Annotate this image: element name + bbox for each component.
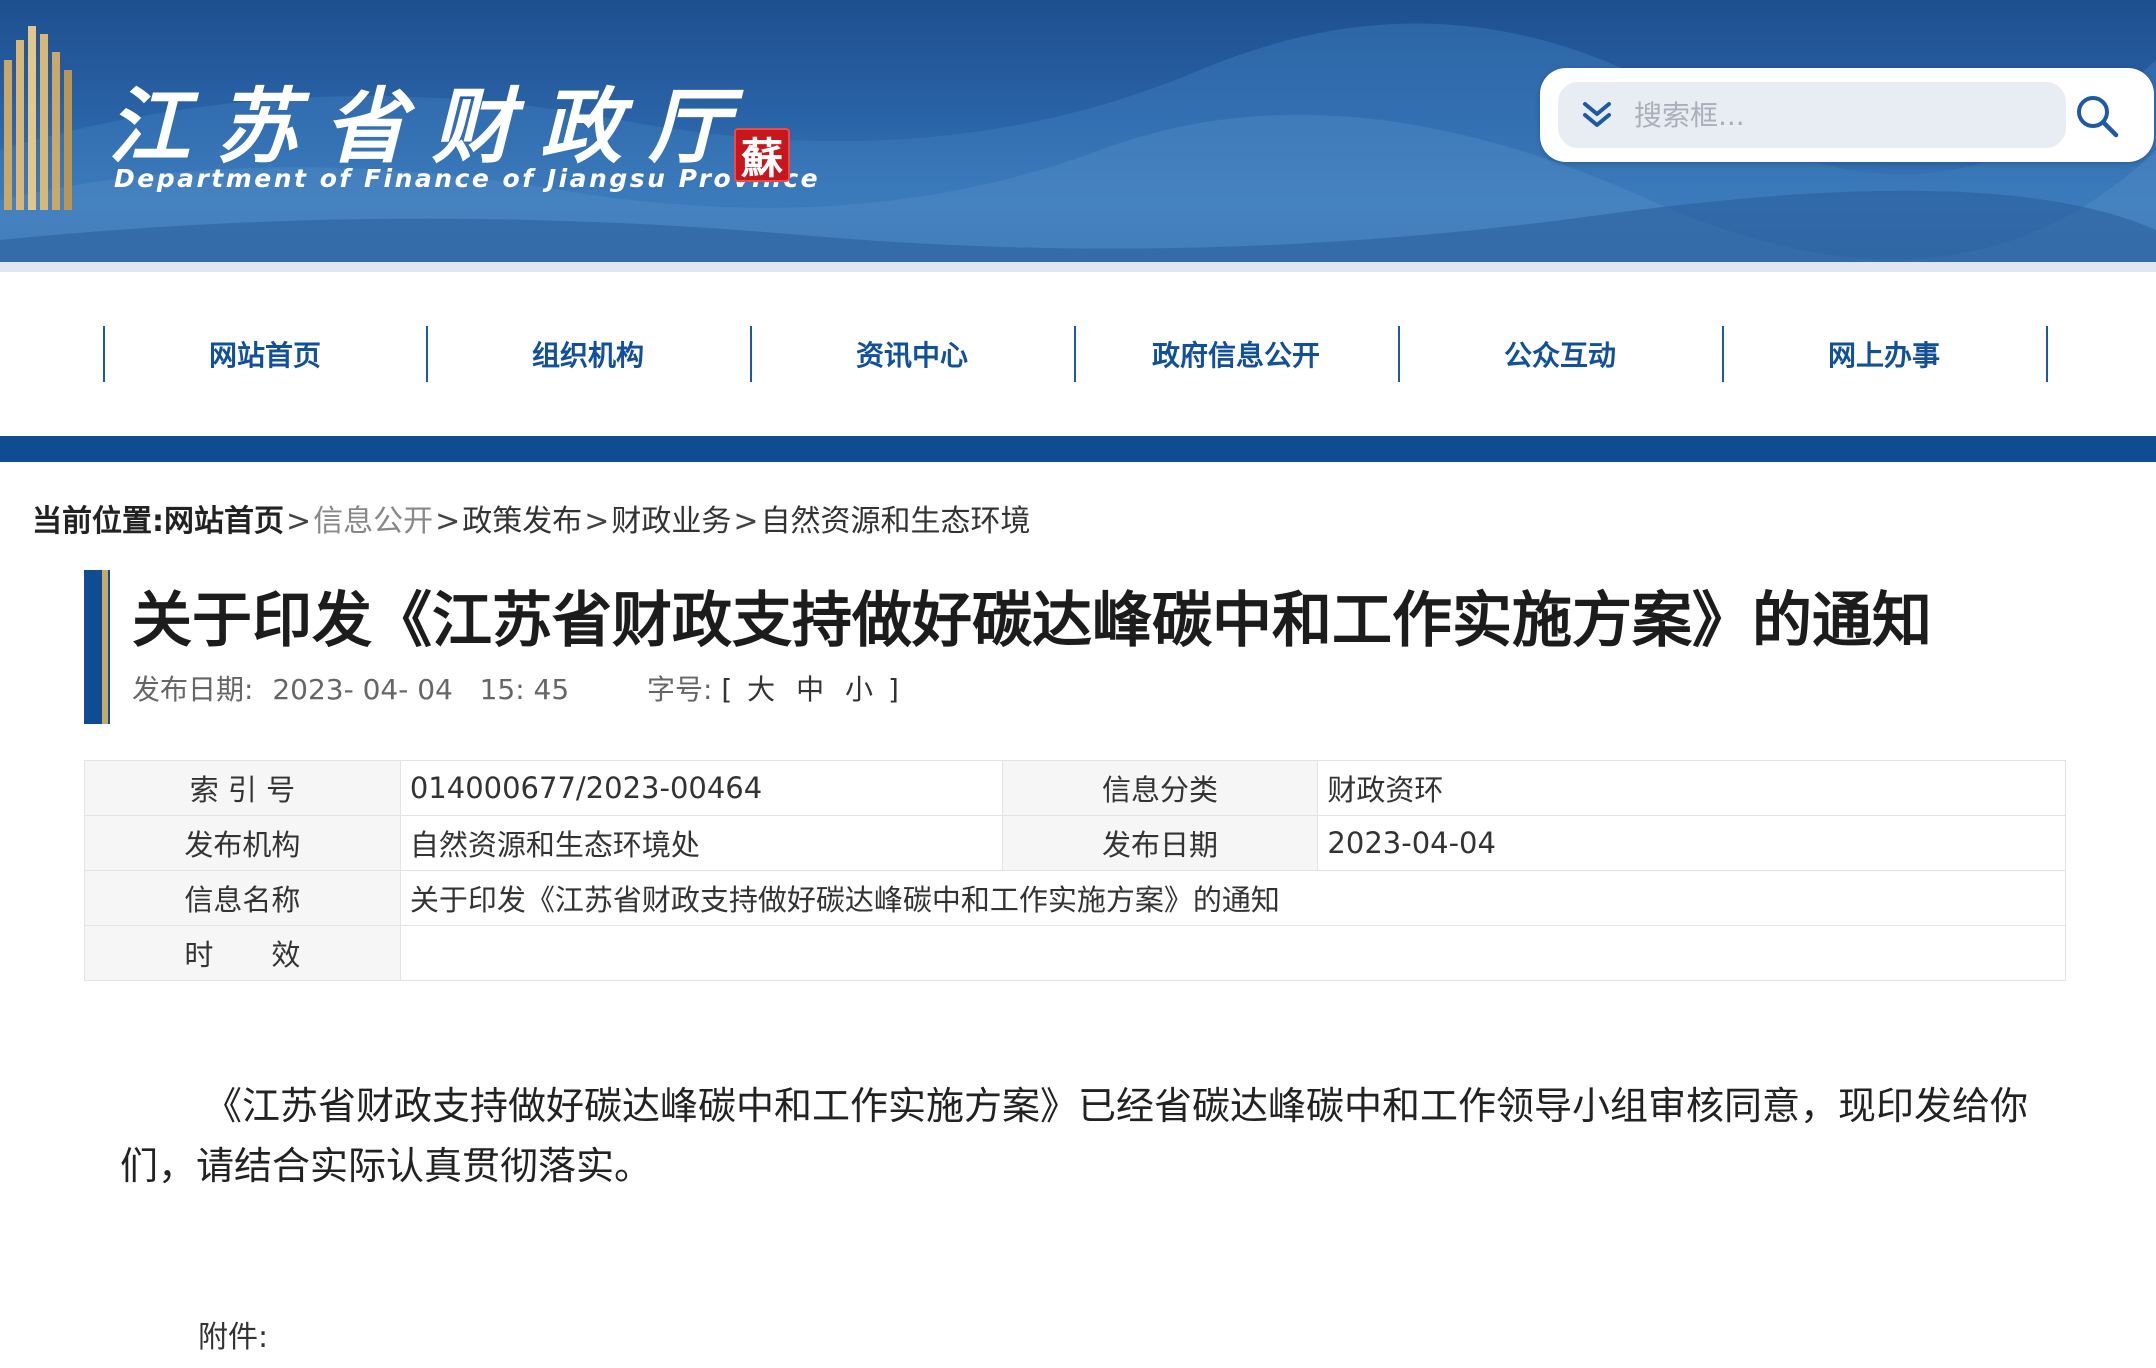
breadcrumb-separator: > [435, 504, 461, 539]
font-size-label: 字号: [646, 673, 713, 706]
table-row: 索 引 号 014000677/2023-00464 信息分类 财政资环 [84, 760, 2066, 816]
publish-date-value: 2023-04-04 [1317, 815, 2066, 871]
nav-item-online-services[interactable]: 网上办事 [1722, 326, 2046, 382]
search-box [1540, 68, 2154, 162]
site-title: 江苏省财政厅 [108, 79, 756, 175]
publisher-value: 自然资源和生态环境处 [399, 815, 1003, 871]
nav-divider [2046, 326, 2048, 382]
document-info-table: 索 引 号 014000677/2023-00464 信息分类 财政资环 发布机… [84, 760, 2067, 981]
search-field-container [1558, 82, 2066, 148]
header-banner: 江苏省财政厅 Department of Finance of Jiangsu … [0, 0, 2156, 272]
search-input[interactable] [1634, 92, 2054, 138]
breadcrumb-policy-release[interactable]: 政策发布 [462, 504, 582, 539]
validity-value [399, 925, 2067, 981]
font-size-bracket-open: [ [721, 673, 733, 706]
site-subtitle: Department of Finance of Jiangsu Provinc… [114, 164, 821, 193]
search-button[interactable] [2062, 86, 2132, 146]
breadcrumb-finance-business[interactable]: 财政业务 [611, 504, 731, 539]
article-body: 《江苏省财政支持做好碳达峰碳中和工作实施方案》已经省碳达峰碳中和工作领导小组审核… [120, 1084, 2029, 1188]
font-size-medium-button[interactable]: 中 [790, 673, 830, 706]
font-size-small-button[interactable]: 小 [839, 673, 879, 706]
chevron-down-icon[interactable] [1580, 100, 1614, 130]
breadcrumb-label: 当前位置: [32, 504, 164, 539]
breadcrumb: 当前位置:网站首页>信息公开>政策发布>财政业务>自然资源和生态环境 [32, 496, 1031, 540]
main-nav: 网站首页 组织机构 资讯中心 政府信息公开 公众互动 网上办事 [0, 272, 2156, 436]
breadcrumb-separator: > [733, 504, 759, 539]
font-size-large-button[interactable]: 大 [741, 673, 781, 706]
banner-bottom-band [0, 262, 2156, 272]
info-name-value: 关于印发《江苏省财政支持做好碳达峰碳中和工作实施方案》的通知 [399, 870, 2067, 926]
search-icon [2077, 96, 2119, 138]
date-label: 发布日期: [132, 673, 254, 706]
breadcrumb-info-disclosure[interactable]: 信息公开 [313, 504, 433, 539]
category-value: 财政资环 [1317, 760, 2066, 816]
breadcrumb-home[interactable]: 网站首页 [164, 504, 284, 539]
page-title: 关于印发《江苏省财政支持做好碳达峰碳中和工作实施方案》的通知 [132, 586, 1932, 656]
publish-date-label: 发布日期 [1001, 815, 1319, 871]
index-number-value: 014000677/2023-00464 [399, 760, 1003, 816]
province-seal-icon: 蘇 [734, 128, 790, 183]
breadcrumb-natural-resources[interactable]: 自然资源和生态环境 [761, 504, 1031, 539]
font-size-control: 字号: [ 大 中 小 ] [647, 673, 899, 706]
nav-item-public-interaction[interactable]: 公众互动 [1398, 326, 1722, 382]
table-row: 信息名称 关于印发《江苏省财政支持做好碳达峰碳中和工作实施方案》的通知 [84, 870, 2067, 926]
nav-bottom-bar [0, 436, 2156, 462]
breadcrumb-separator: > [584, 504, 610, 539]
table-row: 发布机构 自然资源和生态环境处 发布日期 2023-04-04 [84, 815, 2066, 871]
validity-label: 时 效 [84, 925, 401, 981]
breadcrumb-separator: > [286, 504, 312, 539]
table-row: 时 效 [84, 925, 2067, 981]
nav-item-organization[interactable]: 组织机构 [426, 326, 750, 382]
article-meta: 发布日期: 2023- 04- 04 15: 45 字号: [ 大 中 小 ] [132, 668, 899, 708]
info-name-label: 信息名称 [84, 870, 401, 926]
publisher-label: 发布机构 [84, 815, 401, 871]
attachment-label: 附件: [198, 1320, 269, 1355]
font-size-bracket-close: ] [887, 673, 899, 706]
nav-item-gov-info[interactable]: 政府信息公开 [1074, 326, 1398, 382]
index-number-label: 索 引 号 [84, 760, 401, 816]
building-logo-icon [4, 26, 72, 210]
publish-date: 2023- 04- 04 15: 45 [272, 673, 570, 706]
title-accent-bar [84, 570, 110, 724]
nav-item-news-center[interactable]: 资讯中心 [750, 326, 1074, 382]
category-label: 信息分类 [1001, 760, 1319, 816]
nav-item-home[interactable]: 网站首页 [103, 326, 427, 382]
